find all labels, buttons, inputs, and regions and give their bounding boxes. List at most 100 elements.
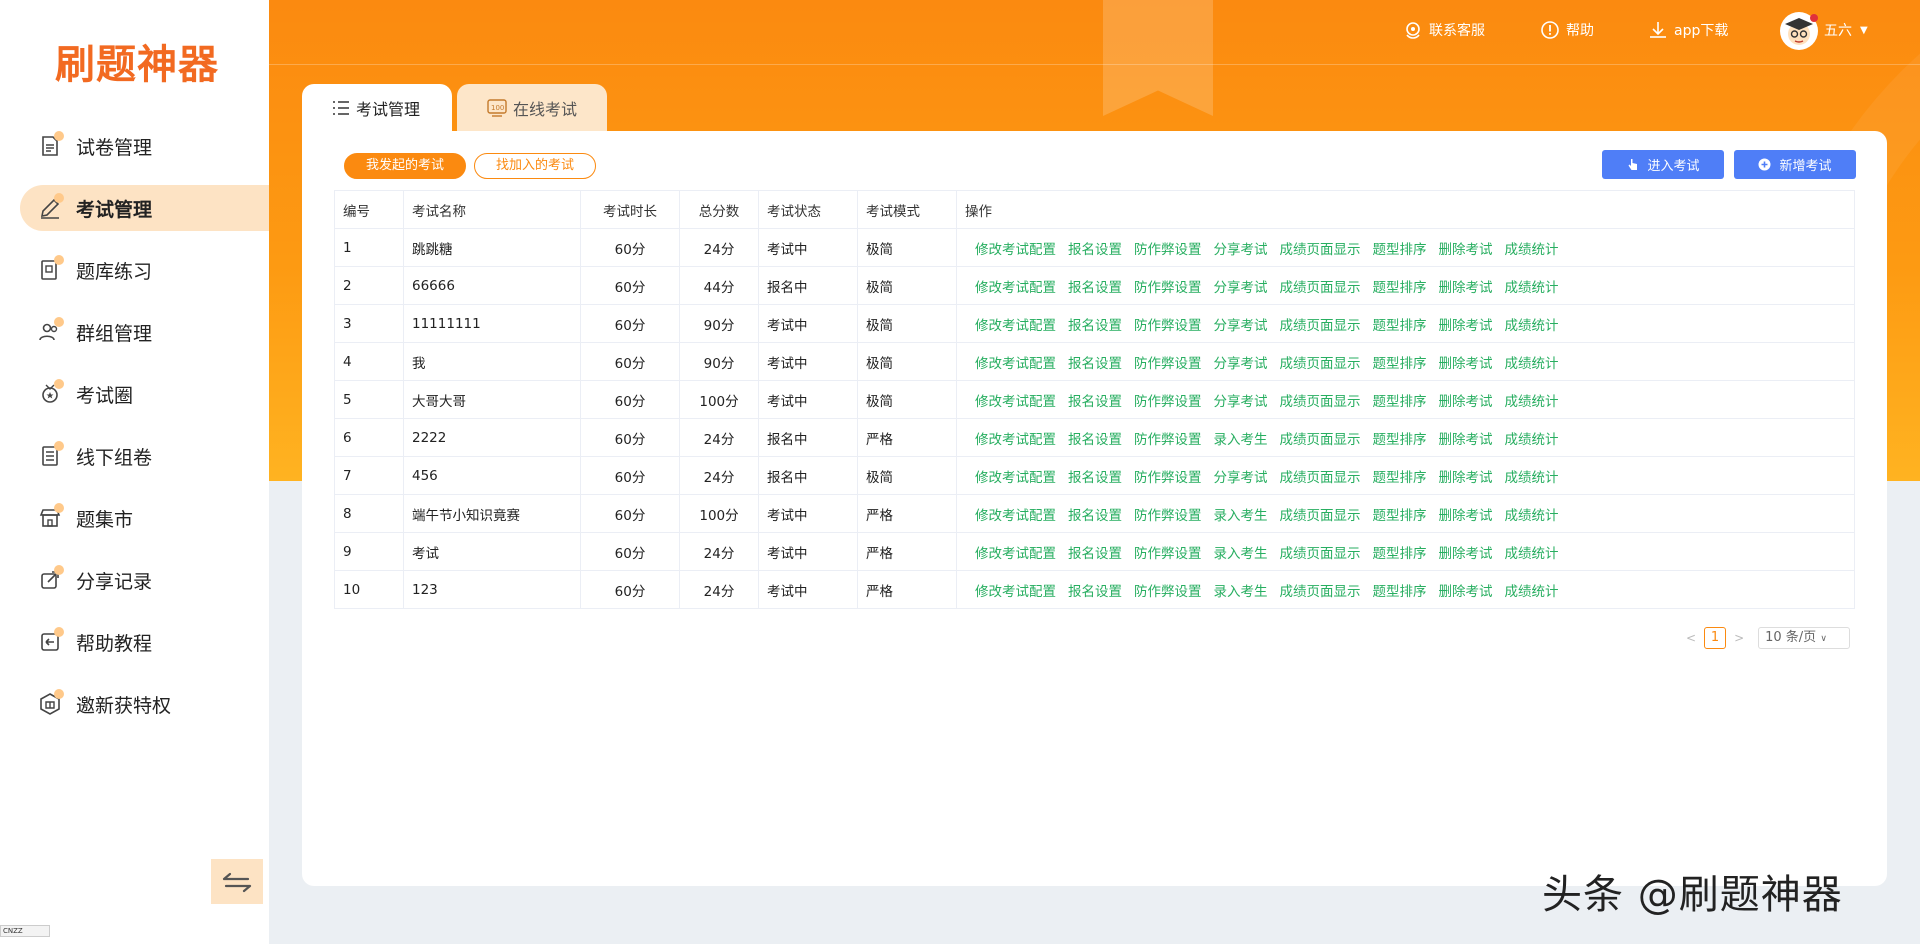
op-link[interactable]: 报名设置 <box>1068 394 1122 410</box>
op-link[interactable]: 成绩页面显示 <box>1280 546 1361 562</box>
op-link[interactable]: 题型排序 <box>1373 394 1427 410</box>
op-link[interactable]: 修改考试配置 <box>975 584 1056 600</box>
op-link[interactable]: 修改考试配置 <box>975 242 1056 258</box>
sidebar-item-2[interactable]: 题库练习 <box>0 247 269 293</box>
page-button-current[interactable]: 1 <box>1704 627 1727 649</box>
op-link[interactable]: 报名设置 <box>1068 508 1122 524</box>
op-link[interactable]: 录入考生 <box>1214 546 1268 562</box>
op-link[interactable]: 删除考试 <box>1439 432 1493 448</box>
op-link[interactable]: 删除考试 <box>1439 508 1493 524</box>
op-link[interactable]: 题型排序 <box>1373 584 1427 600</box>
op-link[interactable]: 报名设置 <box>1068 318 1122 334</box>
op-link[interactable]: 修改考试配置 <box>975 432 1056 448</box>
op-link[interactable]: 删除考试 <box>1439 470 1493 486</box>
new-exam-button[interactable]: 新增考试 <box>1734 150 1856 179</box>
op-link[interactable]: 修改考试配置 <box>975 508 1056 524</box>
user-avatar[interactable] <box>1780 12 1818 50</box>
tab-online-exam[interactable]: 100 在线考试 <box>457 84 607 132</box>
op-link[interactable]: 防作弊设置 <box>1134 546 1202 562</box>
op-link[interactable]: 删除考试 <box>1439 242 1493 258</box>
app-logo[interactable]: 刷题神器 <box>55 32 219 90</box>
op-link[interactable]: 录入考生 <box>1214 508 1268 524</box>
sidebar-item-9[interactable]: 邀新获特权 <box>0 681 269 727</box>
enter-exam-button[interactable]: 进入考试 <box>1602 150 1724 179</box>
op-link[interactable]: 防作弊设置 <box>1134 356 1202 372</box>
op-link[interactable]: 防作弊设置 <box>1134 318 1202 334</box>
prev-page-icon[interactable]: < <box>1686 631 1696 645</box>
op-link[interactable]: 成绩统计 <box>1505 318 1559 334</box>
op-link[interactable]: 分享考试 <box>1214 280 1268 296</box>
op-link[interactable]: 修改考试配置 <box>975 470 1056 486</box>
op-link[interactable]: 修改考试配置 <box>975 394 1056 410</box>
op-link[interactable]: 报名设置 <box>1068 584 1122 600</box>
op-link[interactable]: 成绩页面显示 <box>1280 584 1361 600</box>
op-link[interactable]: 报名设置 <box>1068 432 1122 448</box>
op-link[interactable]: 报名设置 <box>1068 280 1122 296</box>
op-link[interactable]: 成绩统计 <box>1505 432 1559 448</box>
op-link[interactable]: 删除考试 <box>1439 546 1493 562</box>
op-link[interactable]: 题型排序 <box>1373 546 1427 562</box>
op-link[interactable]: 防作弊设置 <box>1134 508 1202 524</box>
op-link[interactable]: 成绩统计 <box>1505 356 1559 372</box>
op-link[interactable]: 成绩页面显示 <box>1280 280 1361 296</box>
op-link[interactable]: 题型排序 <box>1373 356 1427 372</box>
filter-joined-exams[interactable]: 找加入的考试 <box>474 153 596 179</box>
op-link[interactable]: 报名设置 <box>1068 242 1122 258</box>
op-link[interactable]: 分享考试 <box>1214 356 1268 372</box>
op-link[interactable]: 防作弊设置 <box>1134 280 1202 296</box>
collapse-sidebar-button[interactable] <box>211 859 263 904</box>
filter-my-exams[interactable]: 我发起的考试 <box>344 153 466 179</box>
sidebar-item-0[interactable]: 试卷管理 <box>0 123 269 169</box>
op-link[interactable]: 防作弊设置 <box>1134 394 1202 410</box>
op-link[interactable]: 成绩统计 <box>1505 470 1559 486</box>
sidebar-item-8[interactable]: 帮助教程 <box>0 619 269 665</box>
op-link[interactable]: 成绩页面显示 <box>1280 508 1361 524</box>
op-link[interactable]: 修改考试配置 <box>975 318 1056 334</box>
op-link[interactable]: 删除考试 <box>1439 356 1493 372</box>
sidebar-item-5[interactable]: 线下组卷 <box>0 433 269 479</box>
sidebar-item-4[interactable]: 考试圈 <box>0 371 269 417</box>
op-link[interactable]: 成绩页面显示 <box>1280 318 1361 334</box>
op-link[interactable]: 题型排序 <box>1373 470 1427 486</box>
op-link[interactable]: 删除考试 <box>1439 584 1493 600</box>
op-link[interactable]: 修改考试配置 <box>975 280 1056 296</box>
op-link[interactable]: 删除考试 <box>1439 280 1493 296</box>
op-link[interactable]: 成绩统计 <box>1505 584 1559 600</box>
op-link[interactable]: 报名设置 <box>1068 470 1122 486</box>
op-link[interactable]: 成绩统计 <box>1505 242 1559 258</box>
op-link[interactable]: 分享考试 <box>1214 470 1268 486</box>
op-link[interactable]: 成绩页面显示 <box>1280 394 1361 410</box>
op-link[interactable]: 报名设置 <box>1068 546 1122 562</box>
op-link[interactable]: 防作弊设置 <box>1134 432 1202 448</box>
op-link[interactable]: 题型排序 <box>1373 242 1427 258</box>
op-link[interactable]: 成绩页面显示 <box>1280 356 1361 372</box>
op-link[interactable]: 录入考生 <box>1214 584 1268 600</box>
op-link[interactable]: 题型排序 <box>1373 508 1427 524</box>
sidebar-item-7[interactable]: 分享记录 <box>0 557 269 603</box>
op-link[interactable]: 删除考试 <box>1439 394 1493 410</box>
op-link[interactable]: 防作弊设置 <box>1134 242 1202 258</box>
sidebar-item-1[interactable]: 考试管理 <box>20 185 269 231</box>
op-link[interactable]: 题型排序 <box>1373 318 1427 334</box>
contact-service-link[interactable]: 联系客服 <box>1403 20 1485 40</box>
op-link[interactable]: 成绩统计 <box>1505 394 1559 410</box>
next-page-icon[interactable]: > <box>1734 631 1744 645</box>
op-link[interactable]: 分享考试 <box>1214 394 1268 410</box>
op-link[interactable]: 修改考试配置 <box>975 356 1056 372</box>
op-link[interactable]: 成绩页面显示 <box>1280 432 1361 448</box>
op-link[interactable]: 报名设置 <box>1068 356 1122 372</box>
op-link[interactable]: 删除考试 <box>1439 318 1493 334</box>
op-link[interactable]: 防作弊设置 <box>1134 470 1202 486</box>
sidebar-item-6[interactable]: 题集市 <box>0 495 269 541</box>
op-link[interactable]: 防作弊设置 <box>1134 584 1202 600</box>
app-download-link[interactable]: app下载 <box>1648 20 1728 40</box>
page-size-select[interactable]: 10 条/页 ∨ <box>1758 627 1851 649</box>
sidebar-item-3[interactable]: 群组管理 <box>0 309 269 355</box>
op-link[interactable]: 分享考试 <box>1214 318 1268 334</box>
help-link[interactable]: 帮助 <box>1540 20 1594 40</box>
op-link[interactable]: 成绩统计 <box>1505 508 1559 524</box>
op-link[interactable]: 成绩统计 <box>1505 546 1559 562</box>
user-menu[interactable]: 五六 ▼ <box>1824 20 1868 40</box>
tab-exam-manage[interactable]: 考试管理 <box>302 84 452 132</box>
op-link[interactable]: 录入考生 <box>1214 432 1268 448</box>
